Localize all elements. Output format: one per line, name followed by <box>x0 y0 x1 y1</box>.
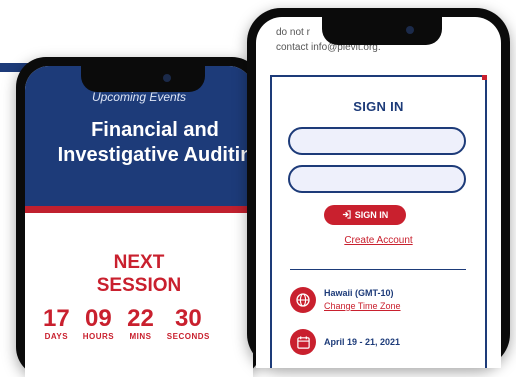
phone-left-screen: Upcoming Events Financial and Investigat… <box>25 66 253 377</box>
countdown-seconds: 30 SECONDS <box>166 305 210 342</box>
next-session-line2: SESSION <box>96 275 182 296</box>
countdown-label: HOURS <box>82 332 115 341</box>
camera-icon <box>163 74 171 82</box>
event-title-line2: Investigative Auditin <box>57 144 253 166</box>
hero-red-bar <box>25 206 253 213</box>
phone-notch <box>81 66 205 92</box>
event-date-row: April 19 - 21, 2021 <box>290 329 400 355</box>
sign-in-title: SIGN IN <box>353 99 404 114</box>
globe-icon <box>290 287 316 313</box>
timezone-text: Hawaii (GMT-10) Change Time Zone <box>324 287 401 313</box>
sign-in-icon <box>342 209 351 221</box>
phone-left: Upcoming Events Financial and Investigat… <box>16 57 262 377</box>
phone-right: do not r se contact info@pievit.org. SIG… <box>247 8 510 368</box>
countdown-days: 17 DAYS <box>43 305 70 342</box>
sign-in-button-label: SIGN IN <box>354 210 389 220</box>
countdown-value: 30 <box>174 305 202 332</box>
countdown-label: SECONDS <box>166 332 210 341</box>
phone-right-screen: do not r se contact info@pievit.org. SIG… <box>256 17 501 368</box>
event-date-label: April 19 - 21, 2021 <box>324 336 401 347</box>
change-time-zone-link[interactable]: Change Time Zone <box>324 300 401 313</box>
countdown-label: MINS <box>129 332 152 341</box>
countdown-hours: 09 HOURS <box>82 305 115 342</box>
countdown-value: 09 <box>85 305 112 332</box>
next-session-line1: NEXT <box>113 252 165 273</box>
countdown-value: 17 <box>43 305 70 332</box>
next-session-heading: NEXT SESSION <box>25 251 253 297</box>
camera-icon <box>406 26 414 34</box>
calendar-icon <box>290 329 316 355</box>
sign-in-card: SIGN IN SIGN IN Create Account Hawaii (G… <box>270 75 487 368</box>
countdown-label: DAYS <box>44 332 69 341</box>
timezone-label: Hawaii (GMT-10) <box>324 288 394 298</box>
event-date-text: April 19 - 21, 2021 <box>324 336 400 349</box>
card-corner-accent <box>482 75 487 80</box>
phone-notch <box>322 17 442 45</box>
countdown-timer: 17 DAYS 09 HOURS 22 MINS 30 SECONDS <box>43 305 210 342</box>
username-input[interactable] <box>288 127 466 155</box>
countdown-mins: 22 MINS <box>127 305 154 342</box>
password-input[interactable] <box>288 165 466 193</box>
section-divider <box>290 269 466 270</box>
timezone-row: Hawaii (GMT-10) Change Time Zone <box>290 287 401 313</box>
create-account-link[interactable]: Create Account <box>272 235 485 246</box>
upcoming-events-label: Upcoming Events <box>91 90 187 104</box>
countdown-value: 22 <box>127 305 154 332</box>
event-title-line1: Financial and <box>91 119 219 141</box>
event-title: Financial and Investigative Auditin <box>25 118 253 168</box>
sign-in-button[interactable]: SIGN IN <box>324 205 406 225</box>
